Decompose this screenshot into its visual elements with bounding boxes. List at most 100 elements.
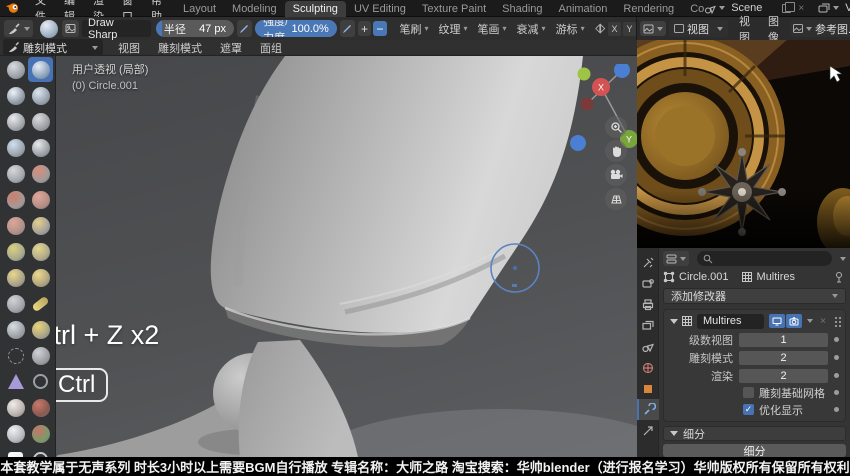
drag-handle-icon[interactable] (834, 316, 842, 327)
animate-dot-icon[interactable] (834, 355, 839, 360)
properties-search-input[interactable] (697, 251, 832, 266)
value-field[interactable]: 2 (739, 351, 828, 365)
image-mode-dropdown[interactable]: 视图 (669, 20, 728, 37)
view-layer-selector[interactable]: View Layer × (818, 1, 850, 16)
add-modifier-button[interactable]: 添加修改器 (663, 288, 846, 304)
brush-tool-0-0[interactable] (3, 57, 28, 82)
zoom-button[interactable] (605, 116, 627, 138)
radius-slider[interactable]: 半径 47 px (156, 20, 234, 37)
brush-tool-4-0[interactable] (3, 161, 28, 186)
workspace-tab-shading[interactable]: Shading (494, 1, 550, 17)
properties-tab-object[interactable] (637, 378, 659, 399)
brush-tool-6-0[interactable] (3, 213, 28, 238)
brush-tool-9-0[interactable] (3, 291, 28, 316)
brush-tool-15-1[interactable] (28, 447, 53, 457)
pin-icon[interactable] (834, 271, 844, 283)
brush-tool-7-0[interactable] (3, 239, 28, 264)
header-dropdown[interactable]: 衰减▾ (512, 21, 551, 37)
brush-tool-4-1[interactable] (28, 161, 53, 186)
brush-tool-5-0[interactable] (3, 187, 28, 212)
subdivision-section-header[interactable]: 细分 (663, 426, 846, 441)
brush-datablock-icon[interactable] (62, 20, 79, 37)
brush-tool-5-1[interactable] (28, 187, 53, 212)
brush-tool-1-1[interactable] (28, 83, 53, 108)
brush-tool-14-0[interactable] (3, 421, 28, 446)
modifier-name-field[interactable]: Multires (697, 314, 764, 329)
brush-tool-11-0[interactable] (3, 343, 28, 368)
mode-selector[interactable]: 雕刻模式 (3, 39, 103, 56)
direction-add-button[interactable]: + (358, 21, 371, 36)
viewport-menu-item[interactable]: 雕刻模式 (149, 40, 211, 56)
value-field[interactable]: 2 (739, 369, 828, 383)
checkbox[interactable] (743, 387, 754, 398)
workspace-tab-uv-editing[interactable]: UV Editing (346, 1, 414, 17)
brush-tool-2-1[interactable] (28, 109, 53, 134)
brush-tool-13-1[interactable] (28, 395, 53, 420)
copy-icon[interactable] (782, 4, 791, 13)
modifier-extras-button[interactable] (807, 319, 813, 323)
workspace-tab-animation[interactable]: Animation (551, 1, 616, 17)
brush-tool-13-0[interactable] (3, 395, 28, 420)
brush-tool-8-0[interactable] (3, 265, 28, 290)
symmetry-x-toggle[interactable]: X (608, 22, 621, 36)
symmetry-y-toggle[interactable]: Y (623, 22, 636, 36)
brush-tool-7-1[interactable] (28, 239, 53, 264)
brush-tool-2-0[interactable] (3, 109, 28, 134)
animate-dot-icon[interactable] (834, 337, 839, 342)
viewport-menu-item[interactable]: 视图 (109, 40, 149, 56)
brush-tool-6-1[interactable] (28, 213, 53, 238)
perspective-toggle-button[interactable] (605, 188, 627, 210)
direction-subtract-button[interactable]: − (373, 21, 386, 36)
header-dropdown[interactable]: 笔刷▾ (395, 21, 434, 37)
header-dropdown[interactable]: 笔画▾ (473, 21, 512, 37)
brush-tool-10-0[interactable] (3, 317, 28, 342)
editor-type-button[interactable] (663, 251, 689, 266)
header-dropdown[interactable]: 纹理▾ (434, 21, 473, 37)
brush-tool-10-1[interactable] (28, 317, 53, 342)
close-icon[interactable]: × (798, 3, 804, 14)
delete-modifier-button[interactable]: × (820, 316, 826, 327)
subdivide-button[interactable]: 细分 (663, 444, 846, 457)
brush-tool-3-0[interactable] (3, 135, 28, 160)
workspace-tab-rendering[interactable]: Rendering (615, 1, 682, 17)
animate-dot-icon[interactable] (834, 373, 839, 378)
brush-tool-14-1[interactable] (28, 421, 53, 446)
brush-tool-1-0[interactable] (3, 83, 28, 108)
reference-image-viewport[interactable] (637, 40, 850, 248)
brush-name-field[interactable]: Draw Sharp (82, 20, 151, 37)
animate-dot-icon[interactable] (834, 390, 839, 395)
brush-tool-12-1[interactable] (28, 369, 53, 394)
pan-button[interactable] (605, 140, 627, 162)
properties-tab-tool[interactable] (637, 252, 659, 273)
breadcrumb-object[interactable]: Circle.001 (679, 271, 729, 283)
value-field[interactable]: 1 (739, 333, 828, 347)
expand-arrow-icon[interactable] (670, 319, 678, 324)
brush-tool-15-0[interactable] (3, 447, 28, 457)
radius-pressure-button[interactable] (237, 20, 252, 37)
breadcrumb-modifier[interactable]: Multires (757, 271, 796, 283)
workspace-tab-sculpting[interactable]: Sculpting (285, 1, 346, 17)
properties-tab-render[interactable] (637, 273, 659, 294)
animate-dot-icon[interactable] (834, 407, 839, 412)
viewport-menu-item[interactable]: 遮罩 (211, 40, 251, 56)
properties-tab-viewlayer[interactable] (637, 315, 659, 336)
workspace-tab-modeling[interactable]: Modeling (224, 1, 285, 17)
brush-tool-9-1[interactable] (28, 291, 53, 316)
camera-view-button[interactable] (605, 164, 627, 186)
properties-tab-world[interactable] (637, 357, 659, 378)
editor-type-button[interactable] (640, 21, 666, 36)
properties-tab-modifier[interactable] (637, 399, 659, 420)
workspace-tab-layout[interactable]: Layout (175, 1, 224, 17)
viewport-menu-item[interactable]: 面组 (251, 40, 291, 56)
workspace-tab-texture-paint[interactable]: Texture Paint (414, 1, 494, 17)
brush-tool-11-1[interactable] (28, 343, 53, 368)
brush-tool-3-1[interactable] (28, 135, 53, 160)
header-dropdown[interactable]: 游标▾ (551, 21, 590, 37)
active-tool-selector[interactable] (4, 20, 33, 37)
strength-pressure-button[interactable] (340, 20, 355, 37)
workspace-tab-co[interactable]: Co (682, 1, 704, 17)
brush-tool-0-1[interactable] (28, 57, 53, 82)
realtime-display-toggle[interactable] (769, 314, 785, 328)
render-display-toggle[interactable] (786, 314, 802, 328)
image-datablock[interactable]: 参考图.jpg (790, 20, 850, 37)
